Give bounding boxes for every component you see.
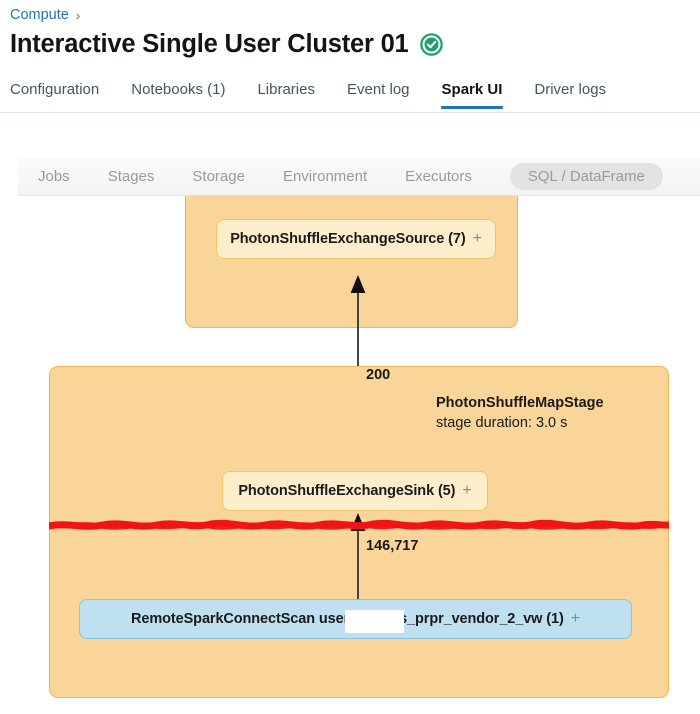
breadcrumb: Compute › (10, 7, 80, 23)
stage-label-photon-shuffle-map-stage: PhotonShuffleMapStage stage duration: 3.… (436, 394, 604, 433)
breadcrumb-link-compute[interactable]: Compute (10, 7, 69, 23)
red-highlight-annotation (49, 519, 669, 530)
subtab-sql-dataframe[interactable]: SQL / DataFrame (509, 163, 663, 190)
dag-node-label-prefix: RemoteSparkConnectScan users.ja (131, 611, 373, 627)
dag-edge-label-rows-200: 200 (366, 367, 391, 383)
tab-event-log[interactable]: Event log (347, 80, 410, 109)
tab-notebooks[interactable]: Notebooks (1) (131, 80, 225, 109)
stage-duration: stage duration: 3.0 s (436, 415, 568, 431)
subtab-stages[interactable]: Stages (108, 163, 155, 190)
dag-edge-arrow-upper (350, 275, 366, 381)
dag-node-label: PhotonShuffleExchangeSource (7) (230, 231, 466, 247)
subtab-environment[interactable]: Environment (283, 163, 367, 190)
dag-node-photon-shuffle-exchange-source[interactable]: PhotonShuffleExchangeSource (7) + (216, 219, 496, 259)
tab-driver-logs[interactable]: Driver logs (534, 80, 606, 109)
expand-node-icon[interactable]: + (473, 230, 482, 248)
subtab-jobs[interactable]: Jobs (38, 163, 70, 190)
dag-edge-label-rows-146717: 146,717 (366, 538, 419, 554)
cluster-tabs: Configuration Notebooks (1) Libraries Ev… (0, 80, 700, 113)
dag-node-photon-shuffle-exchange-sink[interactable]: PhotonShuffleExchangeSink (5) + (222, 471, 488, 511)
sql-dag-graph: PhotonShuffleExchangeSource (7) + 200 Ph… (0, 113, 700, 714)
expand-node-icon[interactable]: + (462, 482, 471, 500)
breadcrumb-separator-icon: › (75, 7, 81, 23)
check-circle-icon (419, 32, 443, 56)
subtab-executors[interactable]: Executors (405, 163, 472, 190)
tab-configuration[interactable]: Configuration (10, 80, 99, 109)
tab-spark-ui[interactable]: Spark UI (440, 80, 504, 109)
spark-ui-panel: PhotonShuffleExchangeSource (7) + 200 Ph… (0, 113, 700, 714)
page-header: Interactive Single User Cluster 01 (10, 30, 443, 58)
stage-name: PhotonShuffleMapStage (436, 395, 604, 411)
spark-ui-page: Compute › Interactive Single User Cluste… (0, 0, 700, 714)
tab-libraries[interactable]: Libraries (257, 80, 315, 109)
subtab-storage[interactable]: Storage (192, 163, 245, 190)
dag-node-label: PhotonShuffleExchangeSink (5) (238, 483, 456, 499)
redacted-text-overlay (345, 610, 404, 633)
expand-node-icon[interactable]: + (571, 610, 580, 628)
spark-ui-subnav: Jobs Stages Storage Environment Executor… (18, 158, 700, 196)
page-title: Interactive Single User Cluster 01 (10, 30, 409, 58)
